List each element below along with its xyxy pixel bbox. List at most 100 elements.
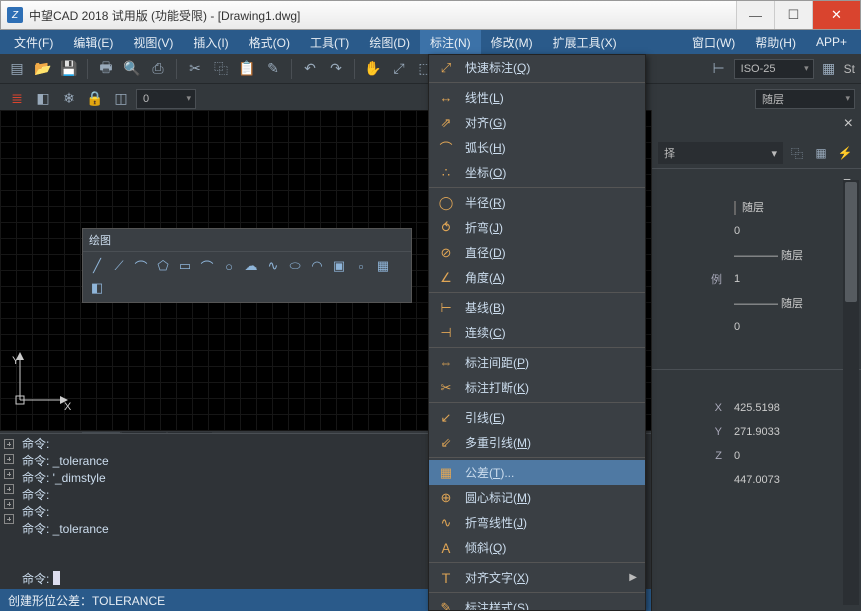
selection-combo[interactable]: 择▾ [658, 142, 783, 164]
menu-item[interactable]: ∠角度(A) [429, 265, 645, 290]
new-icon[interactable]: ▤ [6, 58, 28, 80]
menu-item[interactable]: ⤢快速标注(Q) [429, 55, 645, 80]
circle-icon[interactable]: ○ [219, 256, 239, 276]
property-row[interactable]: 例1 [652, 267, 861, 291]
undo-icon[interactable]: ↶ [299, 58, 321, 80]
dim-icon[interactable]: ⊢ [708, 58, 730, 80]
draw-toolbar[interactable]: 绘图 ╱ ⟋ ⌒ ⬠ ▭ ⌒ ○ ☁ ∿ ⬭ ◠ ▣ ▫ ▦ ◧ [82, 228, 412, 303]
layer-color-icon[interactable]: ◫ [110, 88, 132, 110]
paste-icon[interactable]: 📋 [236, 58, 258, 80]
menu-item[interactable]: ⥀折弯(J) [429, 215, 645, 240]
property-row[interactable]: ———— 随层 [652, 243, 861, 267]
publish-icon[interactable]: ⎙ [147, 58, 169, 80]
pan-icon[interactable]: ✋ [362, 58, 384, 80]
property-row[interactable]: 0 [652, 219, 861, 243]
rect-icon[interactable]: ▭ [175, 256, 195, 276]
menu-item[interactable]: 文件(F) [4, 30, 63, 54]
linetype-combo[interactable]: 随层 [755, 89, 855, 109]
menu-item[interactable]: 标注(N) [420, 30, 481, 54]
coord-row[interactable]: Y271.9033 [652, 420, 861, 444]
print-icon[interactable]: 🖶 [95, 58, 117, 80]
menu-item[interactable]: ⇔标注间距(P) [429, 350, 645, 375]
layer-states-icon[interactable]: ◧ [32, 88, 54, 110]
dim-update-icon[interactable]: ▦ [818, 58, 840, 80]
menu-item[interactable]: 编辑(E) [63, 30, 123, 54]
menu-item[interactable]: 绘图(D) [359, 30, 420, 54]
menu-item[interactable]: ∴坐标(O) [429, 160, 645, 185]
dimension-menu: ⤢快速标注(Q) ↔线性(L)⇗对齐(G)⌒弧长(H)∴坐标(O) ◯半径(R)⥀折… [428, 54, 646, 611]
redo-icon[interactable]: ↷ [325, 58, 347, 80]
menu-item[interactable]: ✂标注打断(K) [429, 375, 645, 400]
menu-item[interactable]: ⊣连续(C) [429, 320, 645, 345]
close-button[interactable]: ✕ [812, 1, 860, 29]
menu-item[interactable]: ⊢基线(B) [429, 295, 645, 320]
block-icon[interactable]: ▣ [329, 256, 349, 276]
minimize-button[interactable]: — [736, 1, 774, 29]
property-row[interactable]: ———— 随层 [652, 291, 861, 315]
menu-item[interactable]: ⊕圆心标记(M) [429, 485, 645, 510]
copy-icon[interactable]: ⿻ [210, 58, 232, 80]
layer-lock-icon[interactable]: 🔒 [84, 88, 106, 110]
flash-icon[interactable]: ⚡ [835, 144, 855, 162]
cut-icon[interactable]: ✂ [184, 58, 206, 80]
coord-row[interactable]: 447.0073 [652, 468, 861, 492]
property-row[interactable]: 0 [652, 315, 861, 339]
menu-item[interactable]: ⊘直径(D) [429, 240, 645, 265]
menu-item[interactable]: ∿折弯线性(J) [429, 510, 645, 535]
menu-item[interactable]: 视图(V) [123, 30, 183, 54]
open-icon[interactable]: 📂 [32, 58, 54, 80]
menu-item[interactable]: ✎标注样式(S)... [429, 595, 645, 611]
menu-item[interactable]: ▦公差(T)... [429, 460, 645, 485]
preview-icon[interactable]: 🔍 [121, 58, 143, 80]
revcloud-icon[interactable]: ☁ [241, 256, 261, 276]
select-add-icon[interactable]: ⿻ [787, 144, 807, 162]
menu-item[interactable]: 窗口(W) [682, 30, 745, 54]
zoom-icon[interactable]: ⤢ [388, 58, 410, 80]
save-icon[interactable]: 💾 [58, 58, 80, 80]
section-general[interactable]: ▼ [652, 169, 861, 195]
menu-item[interactable]: 修改(M) [481, 30, 543, 54]
arc-icon[interactable]: ⌒ [197, 256, 217, 276]
layer-combo[interactable]: 0 [136, 89, 196, 109]
xline-icon[interactable]: ⟋ [109, 256, 129, 276]
menu-item[interactable]: ⌒弧长(H) [429, 135, 645, 160]
line-icon[interactable]: ╱ [87, 256, 107, 276]
menu-item[interactable]: ↙引线(E) [429, 405, 645, 430]
ellipsearc-icon[interactable]: ◠ [307, 256, 327, 276]
menu-item[interactable]: APP+ [806, 30, 857, 54]
draw-toolbar-title[interactable]: 绘图 [83, 229, 411, 252]
match-icon[interactable]: ✎ [262, 58, 284, 80]
hatch-icon[interactable]: ▦ [373, 256, 393, 276]
menu-item[interactable]: 工具(T) [300, 30, 359, 54]
maximize-button[interactable]: ☐ [774, 1, 812, 29]
panel-scrollbar[interactable] [843, 180, 859, 605]
section-geom[interactable]: ▼ [652, 370, 861, 396]
quickselect-icon[interactable]: ▦ [811, 144, 831, 162]
menu-item[interactable]: 格式(O) [239, 30, 300, 54]
spline-icon[interactable]: ∿ [263, 256, 283, 276]
menu-item[interactable]: Ｔ对齐文字(X)▶ [429, 565, 645, 590]
pline-icon[interactable]: ⌒ [131, 256, 151, 276]
menu-item[interactable]: 插入(I) [183, 30, 238, 54]
layer-freeze-icon[interactable]: ❄ [58, 88, 80, 110]
coord-row[interactable]: Z0 [652, 444, 861, 468]
menu-item[interactable]: Ａ倾斜(Q) [429, 535, 645, 560]
menu-item[interactable]: 扩展工具(X) [543, 30, 627, 54]
menu-item-icon: ⇔ [437, 354, 455, 372]
point-icon[interactable]: ▫ [351, 256, 371, 276]
ellipse-icon[interactable]: ⬭ [285, 256, 305, 276]
menu-item[interactable]: 帮助(H) [745, 30, 806, 54]
dimstyle-combo[interactable]: ISO-25 [734, 59, 814, 79]
region-icon[interactable]: ◧ [87, 278, 107, 298]
menu-item[interactable]: ⇗对齐(G) [429, 110, 645, 135]
polygon-icon[interactable]: ⬠ [153, 256, 173, 276]
menu-item[interactable]: ↔线性(L) [429, 85, 645, 110]
menu-item[interactable]: ◯半径(R) [429, 190, 645, 215]
property-row[interactable]: 随层 [652, 195, 861, 219]
layer-manager-icon[interactable]: ≣ [6, 88, 28, 110]
menu-item[interactable]: ⇙多重引线(M) [429, 430, 645, 455]
text-cursor [53, 571, 60, 585]
coord-row[interactable]: X425.5198 [652, 396, 861, 420]
titlebar: Z 中望CAD 2018 试用版 (功能受限) - [Drawing1.dwg]… [0, 0, 861, 30]
panel-close-icon[interactable]: × [844, 115, 853, 133]
